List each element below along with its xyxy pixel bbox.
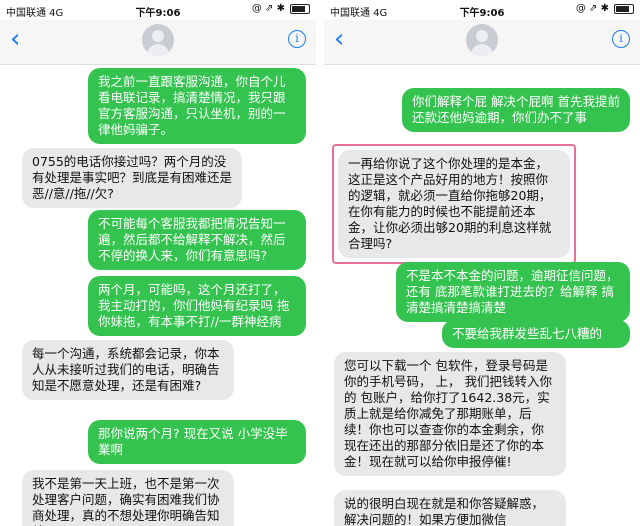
message-bubble: 0755的电话你接过吗？两个月的没有处理是事实吧？到底是有困难还是恶//意//拖… [22, 148, 242, 208]
message-bubble: 我不是第一天上班，也不是第一次处理客户问题，确实有困难我们协商处理，真的不想处理… [22, 470, 234, 526]
message-bubble: 一再给你说了这个你处理的是本金，这正是这个产品好用的地方！按照你的逻辑，就必须一… [338, 150, 570, 258]
message-bubble: 我之前一直跟客服沟通，你自个儿看电联记录，搞清楚情况，我只跟官方客服沟通，只认坐… [88, 68, 306, 144]
conversation-header: ‹ i [324, 20, 640, 65]
contact-avatar[interactable] [466, 24, 498, 56]
info-icon[interactable]: i [288, 30, 306, 48]
avatar-shoulders-shape [471, 44, 493, 56]
message-bubble: 每一个沟通，系统都会记录，你本人从未接听过我们的电话，明确告知是不愿意处理，还是… [22, 340, 234, 400]
avatar-shoulders-shape [147, 44, 169, 56]
message-bubble: 说的很明白现在就是和你答疑解惑，解决问题的！如果方便加微信 [334, 490, 566, 526]
status-symbols: @ ⇗ ✱ [575, 3, 609, 14]
status-icons: @ ⇗ ✱ [252, 3, 310, 14]
message-bubble: 不要给我群发些乱七八糟的 [442, 320, 630, 348]
conversation-header: ‹ i [0, 20, 316, 65]
highlight-box: 一再给你说了这个你处理的是本金，这正是这个产品好用的地方！按照你的逻辑，就必须一… [332, 144, 576, 264]
panel-divider [316, 0, 324, 526]
battery-icon [614, 3, 634, 14]
back-chevron-icon[interactable]: ‹ [334, 26, 344, 52]
status-icons: @ ⇗ ✱ [576, 3, 634, 14]
status-symbols: @ ⇗ ✱ [251, 3, 285, 14]
message-bubble: 不可能每个客服我都把情况告知一遍，然后都不给解释不解决，然后不停的换人来，你们有… [88, 210, 306, 270]
message-bubble: 您可以下载一个 包软件，登录号码是你的手机号码， 上， 我们把钱转入你的 包账户… [334, 352, 566, 476]
avatar-head-shape [152, 30, 164, 42]
left-screenshot: 中国联通 4G 下午9:06 @ ⇗ ✱ ‹ i 我之前一直跟客服沟通，你自个儿… [0, 0, 316, 526]
status-bar: 中国联通 4G 下午9:06 @ ⇗ ✱ [324, 0, 640, 20]
message-bubble: 那你说两个月? 现在又说 小学没毕業啊 [88, 420, 306, 464]
info-icon[interactable]: i [612, 30, 630, 48]
battery-icon [290, 3, 310, 14]
message-bubble: 你们解释个屁 解决个屁啊 首先我提前还款还他妈逾期，你们办不了事 [402, 88, 630, 132]
status-bar: 中国联通 4G 下午9:06 @ ⇗ ✱ [0, 0, 316, 20]
contact-avatar[interactable] [142, 24, 174, 56]
avatar-head-shape [476, 30, 488, 42]
message-bubble: 不是本不本金的问题，逾期征信问题，还有 底那笔款谁打进去的？给解释 搞清楚搞清楚… [396, 262, 630, 322]
back-chevron-icon[interactable]: ‹ [10, 26, 20, 52]
right-screenshot: 中国联通 4G 下午9:06 @ ⇗ ✱ ‹ i 你们解释个屁 解决个屁啊 首先… [324, 0, 640, 526]
message-bubble: 两个月，可能吗，这个月还打了，我主动打的，你们他妈有纪录吗 拖你妹拖，有本事不打… [88, 276, 306, 336]
